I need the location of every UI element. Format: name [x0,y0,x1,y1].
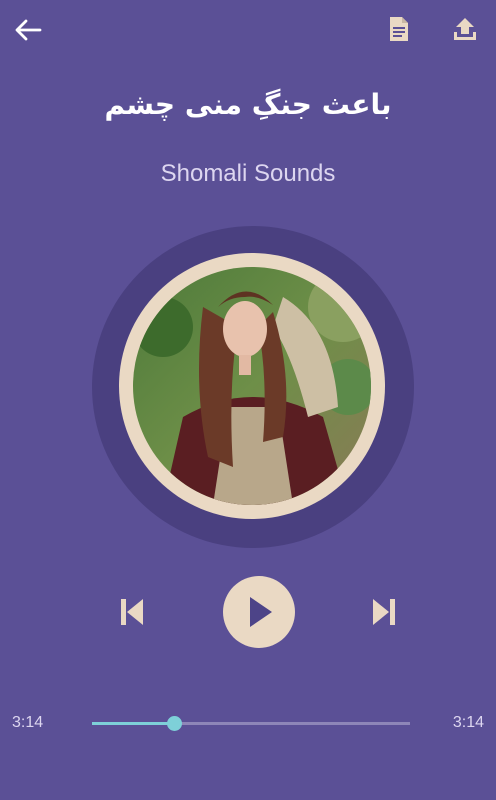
seek-bar-progress [92,722,175,725]
share-button[interactable] [446,12,484,46]
arrow-left-icon [15,19,42,41]
current-time: 3:14 [12,714,44,731]
song-title: باعث جنگِ منی چشم [104,88,392,121]
artist-name: Shomali Sounds [160,160,336,187]
next-button[interactable] [362,588,406,636]
play-icon [250,597,272,627]
seek-bar-thumb[interactable] [167,716,183,731]
previous-button[interactable] [110,588,154,636]
lyrics-button[interactable] [382,12,416,46]
upload-icon [454,18,476,40]
back-button[interactable] [8,14,48,46]
play-button[interactable] [223,576,295,648]
seek-bar[interactable] [92,722,410,725]
total-time: 3:14 [452,714,484,731]
skip-previous-icon [121,599,143,625]
document-icon [390,17,408,41]
skip-next-icon [373,599,395,625]
album-art [133,267,371,505]
